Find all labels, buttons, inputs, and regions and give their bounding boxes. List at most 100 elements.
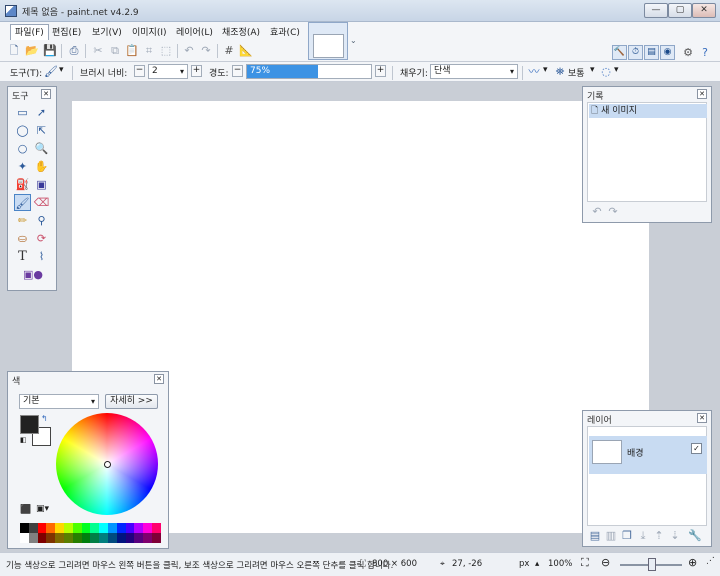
history-redo-icon[interactable]: ↷ xyxy=(605,204,621,220)
pan-tool-icon[interactable]: ✋ xyxy=(33,158,50,175)
palette-swatch[interactable] xyxy=(143,523,152,533)
brush-width-decrease-button[interactable]: − xyxy=(134,65,145,77)
layer-row[interactable]: 배경 ✓ xyxy=(589,436,707,474)
colors-panel-close-icon[interactable]: ✕ xyxy=(154,374,164,384)
history-undo-icon[interactable]: ↶ xyxy=(589,204,605,220)
palette-swatch[interactable] xyxy=(108,523,117,533)
palette-swatch[interactable] xyxy=(72,523,82,533)
palette-swatch[interactable] xyxy=(152,533,161,543)
paint-bucket-tool-icon[interactable]: ⛽ xyxy=(14,176,31,193)
zoom-in-icon[interactable]: ⊕ xyxy=(688,556,697,569)
resize-grip-icon[interactable]: ⋰ xyxy=(706,556,715,566)
palette-swatch[interactable] xyxy=(125,523,135,533)
print-icon[interactable]: ⎙ xyxy=(66,43,82,59)
palette-swatch[interactable] xyxy=(64,533,73,543)
palette-swatch[interactable] xyxy=(116,533,126,543)
palette-swatch[interactable] xyxy=(72,533,82,543)
palette-swatch[interactable] xyxy=(81,523,91,533)
palette-swatch[interactable] xyxy=(28,523,38,533)
palette-swatch[interactable] xyxy=(64,523,73,533)
move-selection-tool-icon[interactable]: ⇱ xyxy=(33,122,50,139)
layer-visibility-checkbox[interactable]: ✓ xyxy=(691,443,702,454)
palette-swatch[interactable] xyxy=(152,523,161,533)
palette-swatch[interactable] xyxy=(125,533,135,543)
palette-swatch[interactable] xyxy=(99,523,108,533)
tools-panel-close-icon[interactable]: ✕ xyxy=(41,89,51,99)
blend-mode-label[interactable]: 보통 xyxy=(568,66,585,79)
palette-swatch[interactable] xyxy=(55,523,64,533)
primary-color-swatch[interactable] xyxy=(20,415,39,434)
menu-adjustments[interactable]: 채조정(A) xyxy=(218,25,264,41)
layer-properties-icon[interactable]: 🔧 xyxy=(687,528,703,544)
palette-swatch[interactable] xyxy=(108,533,117,543)
brush-width-input[interactable]: 2 xyxy=(148,64,188,79)
chevron-down-icon[interactable]: ▾ xyxy=(590,65,595,75)
hardness-increase-button[interactable]: + xyxy=(375,65,386,77)
chevron-down-icon[interactable]: ▾ xyxy=(59,65,64,75)
zoom-tool-icon[interactable]: 🔍 xyxy=(33,140,50,157)
magic-wand-tool-icon[interactable]: ✦ xyxy=(14,158,31,175)
palette-swatch[interactable] xyxy=(99,533,108,543)
save-icon[interactable]: 💾 xyxy=(42,43,58,59)
copy-icon[interactable]: ⧉ xyxy=(107,43,123,59)
reset-colors-icon[interactable]: ◧ xyxy=(20,436,27,444)
more-button[interactable]: 자세히 >> xyxy=(105,394,158,409)
palette-swatch[interactable] xyxy=(90,523,100,533)
chevron-down-icon[interactable]: ▾ xyxy=(543,65,548,75)
menu-layers[interactable]: 레이어(L) xyxy=(172,25,217,41)
fill-mode-select[interactable]: 단색 xyxy=(430,64,518,79)
merge-layer-icon[interactable]: ⤓ xyxy=(635,528,651,544)
palette-swatch[interactable] xyxy=(90,533,100,543)
pencil-tool-icon[interactable]: ✏ xyxy=(14,212,31,229)
palette-swatch[interactable] xyxy=(116,523,126,533)
minimize-button[interactable]: — xyxy=(644,3,668,18)
rectangle-select-tool-icon[interactable]: ▭ xyxy=(14,104,31,121)
palette-swatch[interactable] xyxy=(46,523,56,533)
palette-select[interactable]: 기본 xyxy=(19,394,99,409)
chevron-up-icon[interactable]: ▴ xyxy=(535,559,539,569)
palette-swatch[interactable] xyxy=(20,523,29,533)
units[interactable]: px xyxy=(519,559,529,569)
ellipse-select-tool-icon[interactable]: ○ xyxy=(14,140,31,157)
zoom-slider-thumb[interactable] xyxy=(648,558,656,571)
move-layer-up-icon[interactable]: ⇡ xyxy=(651,528,667,544)
palette-swatch[interactable] xyxy=(134,523,144,533)
duplicate-layer-icon[interactable]: ❐ xyxy=(619,528,635,544)
palette-swatch[interactable] xyxy=(37,533,47,543)
menu-edit[interactable]: 편집(E) xyxy=(48,25,85,41)
color-wheel-marker[interactable] xyxy=(104,461,111,468)
color-picker-tool-icon[interactable]: ⚲ xyxy=(33,212,50,229)
help-icon[interactable]: ? xyxy=(697,45,713,61)
blend-mode-icon[interactable]: ⛯ xyxy=(552,64,568,80)
text-tool-icon[interactable]: T xyxy=(14,248,31,265)
menu-view[interactable]: 보기(V) xyxy=(88,25,126,41)
color-picker-sample-icon[interactable]: ▣▾ xyxy=(36,504,49,514)
shapes-tool-icon[interactable]: ▣● xyxy=(18,266,48,283)
layers-toggle-icon[interactable]: ▤ xyxy=(644,45,659,60)
history-item[interactable]: 🗋 새 이미지 xyxy=(589,104,707,118)
selection-mode-icon[interactable]: ◌ xyxy=(598,64,614,80)
zoom-level[interactable]: 100% xyxy=(548,559,572,569)
gradient-tool-icon[interactable]: ▣ xyxy=(33,176,50,193)
brush-width-increase-button[interactable]: + xyxy=(191,65,202,77)
settings-gear-icon[interactable]: ⚙ xyxy=(680,45,696,61)
paintbrush-icon[interactable]: 🖌 xyxy=(43,64,59,80)
palette-swatch[interactable] xyxy=(46,533,56,543)
colors-toggle-icon[interactable]: ◉ xyxy=(660,45,675,60)
crop-icon[interactable]: ⌗ xyxy=(141,43,157,59)
palette-menu-icon[interactable]: ⬛ xyxy=(20,505,31,515)
palette-swatch[interactable] xyxy=(143,533,152,543)
thumbnail-dropdown-icon[interactable]: ⌄ xyxy=(350,36,357,45)
palette-swatch[interactable] xyxy=(55,533,64,543)
hardness-slider[interactable]: 75% xyxy=(246,64,372,79)
chevron-down-icon[interactable]: ▾ xyxy=(614,65,619,75)
cut-icon[interactable]: ✂ xyxy=(90,43,106,59)
add-layer-icon[interactable]: ▤ xyxy=(587,528,603,544)
palette-swatch[interactable] xyxy=(20,533,29,543)
open-icon[interactable]: 📂 xyxy=(24,43,40,59)
menu-effects[interactable]: 효과(C) xyxy=(266,25,304,41)
zoom-to-window-icon[interactable]: ⛶ xyxy=(581,556,589,570)
move-selected-tool-icon[interactable]: ➚ xyxy=(33,104,50,121)
antialiasing-icon[interactable]: 〰 xyxy=(526,64,542,80)
paintbrush-tool-icon[interactable]: 🖌 xyxy=(14,194,31,211)
